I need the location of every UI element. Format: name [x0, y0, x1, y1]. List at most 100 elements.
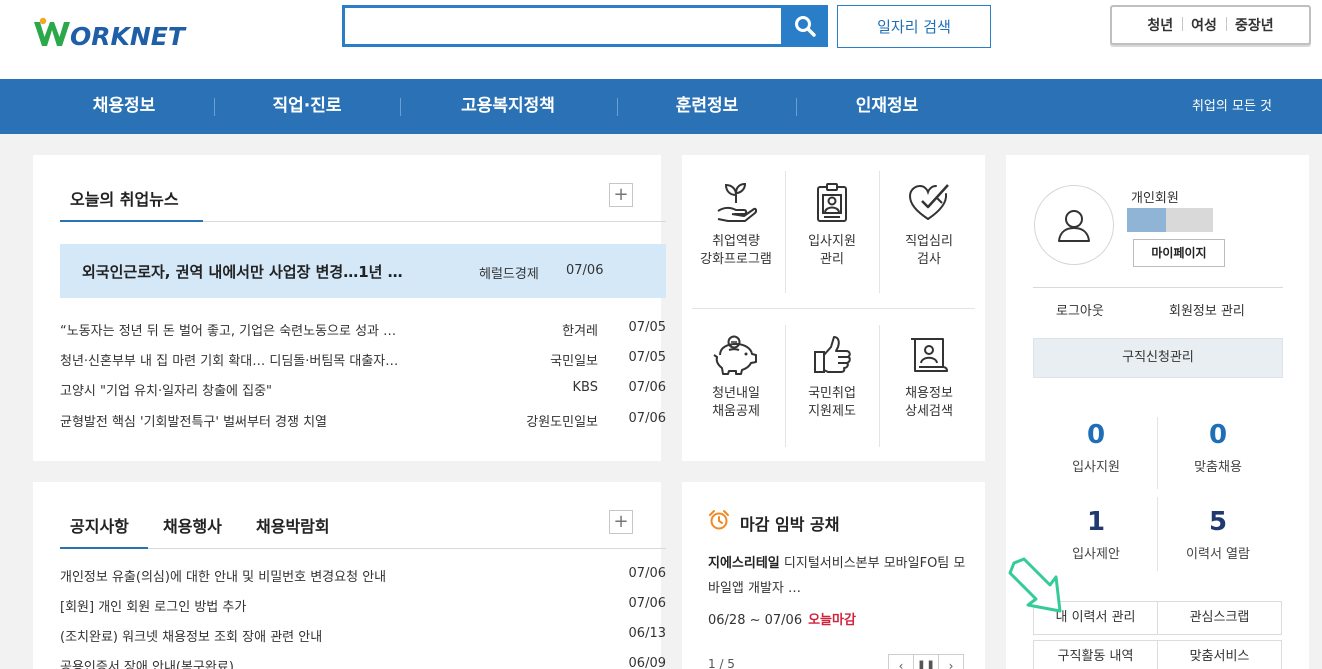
search-box: [342, 5, 828, 47]
nav-divider: [796, 98, 797, 116]
stat-matched-jobs[interactable]: 0 맞춤채용: [1158, 420, 1278, 475]
notice-item[interactable]: (조치완료) 워크넷 채용정보 조회 장애 관련 안내 06/13: [60, 624, 666, 646]
notice-item[interactable]: 공용인증서 장애 안내(복구완료) 06/09: [60, 654, 666, 669]
stat-number: 0: [1208, 420, 1228, 450]
stat-job-offers[interactable]: 1 입사제안: [1036, 507, 1156, 562]
notice-item-date: 07/06: [628, 566, 666, 581]
news-title[interactable]: 오늘의 취업뉴스: [70, 186, 179, 210]
avatar: [1034, 185, 1114, 265]
services-panel: 취업역량 강화프로그램 입사지원 관리 직업심리 검사 청년내일 채움공제 국민…: [682, 155, 985, 461]
news-item[interactable]: 청년·신혼부부 내 집 마련 기회 확대… 디딤돌·버팀목 대출자… 국민일보 …: [60, 348, 666, 370]
search-input[interactable]: [345, 8, 775, 44]
notice-item[interactable]: [회원] 개인 회원 로그인 방법 추가 07/06: [60, 594, 666, 616]
deadline-panel: 마감 임박 공채 지에스리테일 디지털서비스본부 모바일FO팀 모바일앱 개발자…: [682, 482, 985, 669]
news-item[interactable]: 균형발전 핵심 '기회발전특구' 벌써부터 경쟁 치열 강원도민일보 07/06: [60, 409, 666, 431]
deadline-job-link[interactable]: 지에스리테일 디지털서비스본부 모바일FO팀 모바일앱 개발자 …: [708, 551, 968, 601]
news-item-source: 강원도민일보: [526, 415, 598, 430]
stat-number: 5: [1208, 507, 1228, 537]
deadline-company-name: 지에스리테일: [708, 556, 780, 571]
profile-scroll-icon: [911, 338, 948, 372]
tab-hiring-events[interactable]: 채용행사: [163, 513, 222, 537]
news-item-date: 07/06: [628, 411, 666, 426]
job-application-manage-button[interactable]: 구직신청관리: [1033, 338, 1283, 378]
nav-all-about-jobs-link[interactable]: 취업의 모든 것: [1192, 79, 1272, 134]
job-search-button[interactable]: 일자리 검색: [837, 5, 991, 48]
sprout-hand-icon: [717, 182, 758, 222]
news-item-date: 07/05: [628, 320, 666, 335]
service-application-management[interactable]: 입사지원 관리: [783, 181, 881, 269]
pager-pause-button[interactable]: ❚❚: [914, 655, 939, 669]
custom-service-link[interactable]: 맞춤서비스: [1157, 640, 1282, 669]
search-icon: [794, 16, 816, 37]
nav-item-training[interactable]: 훈련정보: [648, 79, 766, 134]
news-panel: 오늘의 취업뉴스 + 외국인근로자, 권역 내에서만 사업장 변경…1년 … 헤…: [33, 155, 666, 461]
notice-item-title: 개인정보 유출(의심)에 대한 안내 및 비밀번호 변경요청 안내: [60, 570, 387, 585]
notice-item[interactable]: 개인정보 유출(의심)에 대한 안내 및 비밀번호 변경요청 안내 07/06: [60, 564, 666, 586]
news-item-date: 07/05: [628, 350, 666, 365]
news-more-button[interactable]: +: [609, 183, 633, 207]
tab-notices[interactable]: 공지사항: [70, 513, 129, 537]
worknet-logo[interactable]: ORKNET: [32, 16, 207, 51]
pager-prev-button[interactable]: ‹: [889, 655, 914, 669]
piggy-bank-icon: [713, 335, 757, 375]
service-label: 직업심리 검사: [905, 234, 953, 267]
stat-label: 입사지원: [1072, 460, 1120, 475]
nav-item-welfare[interactable]: 고용복지정책: [432, 79, 584, 134]
stat-resume-views[interactable]: 5 이력서 열람: [1158, 507, 1278, 562]
deadline-period-text: 06/28 ~ 07/06: [708, 613, 803, 628]
notice-item-title: [회원] 개인 회원 로그인 방법 추가: [60, 600, 247, 615]
mypage-button[interactable]: 마이페이지: [1133, 239, 1225, 267]
news-item-source: KBS: [572, 380, 598, 395]
nav-item-talent[interactable]: 인재정보: [824, 79, 950, 134]
headline-text: 외국인근로자, 권역 내에서만 사업장 변경…1년 …: [82, 263, 403, 281]
news-item[interactable]: “노동자는 정년 뒤 돈 벌어 좋고, 기업은 숙련노동으로 성과 … 한겨레 …: [60, 318, 666, 340]
headline-source: 헤럴드경제: [479, 267, 539, 282]
target-tab-women[interactable]: 여성: [1182, 15, 1226, 35]
deadline-period: 06/28 ~ 07/06 오늘마감: [708, 609, 856, 628]
divider: [60, 548, 666, 549]
arrow-down-right-icon: [1008, 557, 1062, 613]
target-tab-middle-aged[interactable]: 중장년: [1225, 15, 1283, 35]
active-tab-underline: [60, 547, 148, 549]
news-item-title: 균형발전 핵심 '기회발전특구' 벌써부터 경쟁 치열: [60, 415, 328, 430]
target-tab-youth[interactable]: 청년: [1138, 15, 1182, 35]
stat-applications[interactable]: 0 입사지원: [1036, 420, 1156, 475]
scrap-link[interactable]: 관심스크랩: [1157, 601, 1282, 635]
service-employability-program[interactable]: 취업역량 강화프로그램: [687, 181, 785, 269]
notices-more-button[interactable]: +: [609, 510, 633, 534]
active-tab-underline: [60, 220, 203, 222]
alarm-clock-icon: [709, 510, 729, 530]
job-activity-history-link[interactable]: 구직활동 내역: [1033, 640, 1158, 669]
member-info-link[interactable]: 회원정보 관리: [1169, 300, 1245, 319]
notice-item-date: 06/09: [628, 656, 666, 669]
user-icon: [1058, 210, 1090, 242]
nav-divider: [400, 98, 401, 116]
stat-number: 1: [1086, 507, 1106, 537]
headline-date: 07/06: [566, 263, 604, 278]
deadline-today-badge: 오늘마감: [808, 613, 856, 628]
tab-job-fairs[interactable]: 채용박람회: [256, 513, 330, 537]
stat-label: 맞춤채용: [1194, 460, 1242, 475]
service-detailed-search[interactable]: 채용정보 상세검색: [880, 333, 978, 421]
member-level-fill: [1127, 208, 1166, 232]
member-type: 개인회원: [1131, 191, 1179, 206]
news-item[interactable]: 고양시 "기업 유치·일자리 창출에 집중" KBS 07/06: [60, 378, 666, 400]
service-psych-test[interactable]: 직업심리 검사: [880, 181, 978, 269]
notice-item-title: (조치완료) 워크넷 채용정보 조회 장애 관련 안내: [60, 630, 323, 645]
service-label: 국민취업 지원제도: [808, 386, 856, 419]
service-youth-savings[interactable]: 청년내일 채움공제: [687, 333, 785, 421]
service-label: 취업역량 강화프로그램: [700, 234, 772, 267]
deadline-pager: ‹ ❚❚ ›: [888, 654, 964, 669]
nav-item-jobs[interactable]: 채용정보: [62, 79, 186, 134]
search-button[interactable]: [781, 5, 828, 47]
nav-item-career[interactable]: 직업·진로: [242, 79, 372, 134]
deadline-title: 마감 임박 공채: [740, 515, 840, 534]
news-item-title: 고양시 "기업 유치·일자리 창출에 집중": [60, 384, 273, 399]
logout-link[interactable]: 로그아웃: [1056, 300, 1104, 319]
pager-next-button[interactable]: ›: [939, 655, 963, 669]
notice-item-date: 07/06: [628, 596, 666, 611]
notices-panel: 공지사항 채용행사 채용박람회 + 개인정보 유출(의심)에 대한 안내 및 비…: [33, 482, 666, 669]
service-national-employment[interactable]: 국민취업 지원제도: [783, 333, 881, 421]
news-headline[interactable]: 외국인근로자, 권역 내에서만 사업장 변경…1년 … 헤럴드경제 07/06: [60, 244, 666, 298]
news-item-source: 한겨레: [562, 324, 598, 339]
